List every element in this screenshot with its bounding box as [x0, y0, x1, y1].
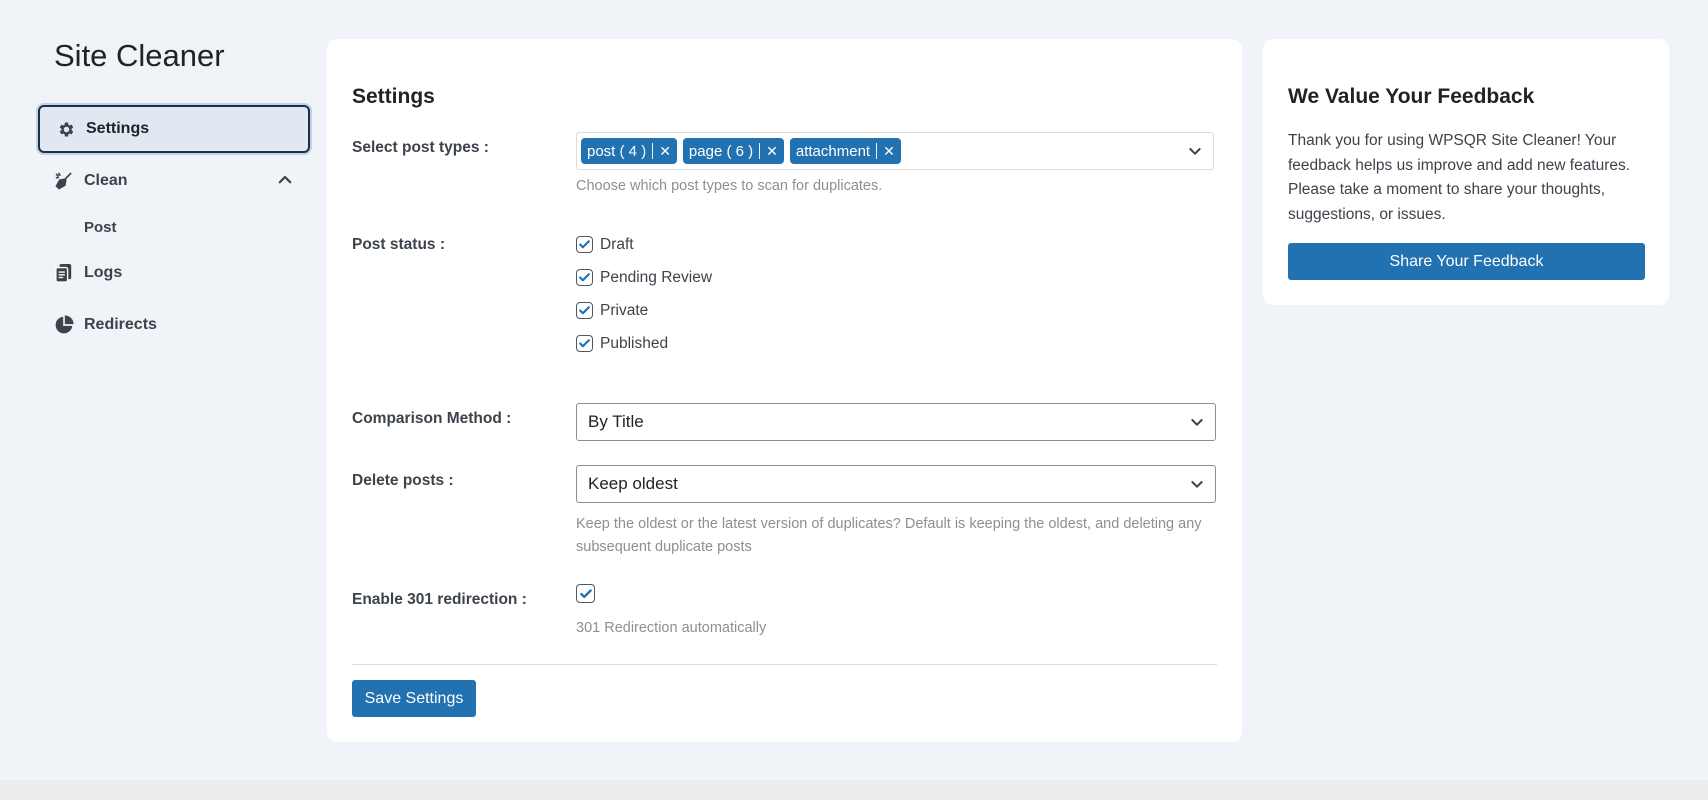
status-private[interactable]: Private [576, 294, 712, 327]
tag-label: page ( 6 ) [688, 142, 754, 160]
tag-attachment: attachment ✕ [789, 138, 901, 164]
post-types-label: Select post types : [352, 139, 489, 156]
checkbox[interactable] [576, 236, 593, 253]
share-feedback-button[interactable]: Share Your Feedback [1288, 243, 1645, 280]
post-types-field: post ( 4 ) ✕ page ( 6 ) ✕ attachment ✕ C… [576, 132, 1214, 198]
sidebar-item-label: Logs [84, 264, 123, 281]
post-status-options: Draft Pending Review Private Published [576, 228, 712, 360]
redirection-label: Enable 301 redirection : [352, 591, 527, 608]
status-draft[interactable]: Draft [576, 228, 712, 261]
tag-page: page ( 6 ) ✕ [682, 138, 784, 164]
redirection-field: 301 Redirection automatically [576, 584, 766, 640]
remove-tag-icon[interactable]: ✕ [883, 143, 895, 160]
redirection-hint: 301 Redirection automatically [576, 619, 767, 636]
checkbox[interactable] [576, 269, 593, 286]
select-value: Keep oldest [588, 474, 678, 493]
sidebar-item-label: Settings [86, 120, 150, 137]
feedback-text: Thank you for using WPSQR Site Cleaner! … [1288, 132, 1631, 223]
delete-posts-select[interactable]: Keep oldest [576, 465, 1216, 503]
checkbox-label: Draft [600, 235, 634, 253]
chevron-down-icon[interactable] [1187, 143, 1203, 159]
delete-posts-field: Keep oldest Keep the oldest or the lates… [576, 465, 1216, 559]
checkbox[interactable] [576, 335, 593, 352]
remove-tag-icon[interactable]: ✕ [766, 143, 778, 160]
sidebar-subitem-label: Post [84, 218, 117, 236]
feedback-title: We Value Your Feedback [1288, 85, 1535, 108]
status-pending-review[interactable]: Pending Review [576, 261, 712, 294]
settings-title: Settings [352, 85, 435, 108]
status-published[interactable]: Published [576, 327, 712, 360]
divider [352, 664, 1217, 665]
post-types-hint: Choose which post types to scan for dupl… [576, 178, 883, 194]
pie-chart-icon [54, 315, 74, 335]
delete-posts-label: Delete posts : [352, 472, 454, 489]
footer-bar [0, 780, 1708, 800]
chevron-down-icon[interactable] [1189, 414, 1205, 430]
chevron-down-icon[interactable] [1189, 476, 1205, 492]
checkbox[interactable] [576, 302, 593, 319]
chevron-up-icon[interactable] [276, 171, 294, 189]
sidebar-item-redirects[interactable]: Redirects [38, 301, 310, 349]
sidebar-item-label: Clean [84, 172, 128, 189]
tag-label: attachment [795, 142, 871, 160]
checkbox-label: Published [600, 334, 669, 352]
feedback-card: We Value Your Feedback Thank you for usi… [1263, 39, 1669, 305]
post-types-multiselect[interactable]: post ( 4 ) ✕ page ( 6 ) ✕ attachment ✕ [576, 132, 1214, 170]
post-status-label: Post status : [352, 236, 446, 253]
checkbox-label: Private [600, 301, 649, 319]
settings-card: Settings Select post types : post ( 4 ) … [327, 39, 1242, 742]
redirection-checkbox[interactable] [576, 584, 595, 603]
select-value: By Title [588, 412, 644, 431]
comparison-label: Comparison Method : [352, 410, 512, 427]
checkbox-label: Pending Review [600, 268, 713, 286]
tag-label: post ( 4 ) [587, 142, 647, 160]
app-title: Site Cleaner [54, 38, 225, 73]
comparison-field: By Title [576, 403, 1216, 441]
remove-tag-icon[interactable]: ✕ [659, 143, 671, 160]
tag-post: post ( 4 ) ✕ [581, 138, 677, 164]
broom-icon [54, 171, 74, 191]
sidebar-item-clean[interactable]: Clean [38, 157, 310, 205]
sidebar-item-logs[interactable]: Logs [38, 249, 310, 297]
logs-icon [54, 263, 74, 283]
delete-posts-hint: Keep the oldest or the latest version of… [576, 516, 1202, 555]
sidebar-item-settings[interactable]: Settings [38, 105, 310, 153]
gear-icon [56, 119, 76, 139]
comparison-select[interactable]: By Title [576, 403, 1216, 441]
sidebar-nav: Settings Clean Post Logs Redirects [38, 105, 310, 349]
save-settings-button[interactable]: Save Settings [352, 680, 476, 717]
sidebar-subitem-post[interactable]: Post [38, 205, 310, 249]
sidebar-item-label: Redirects [84, 316, 157, 333]
